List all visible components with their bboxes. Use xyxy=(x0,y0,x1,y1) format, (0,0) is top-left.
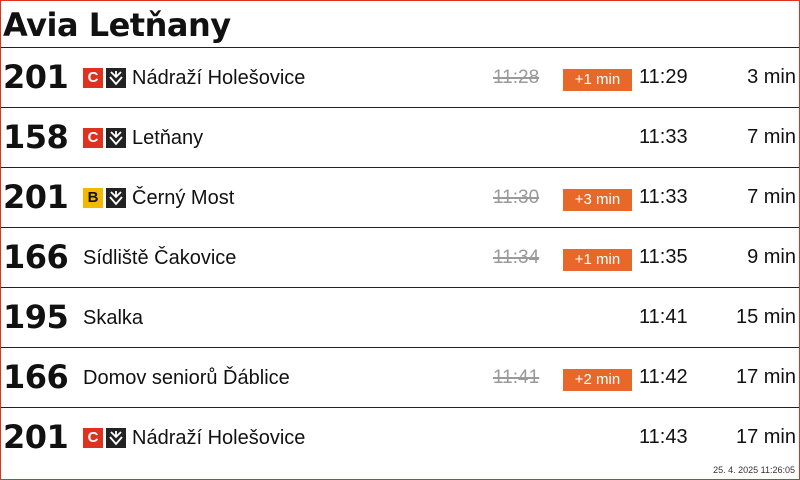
departure-row: 201 B Černý Most 11:30 +3 min 11:33 7 mi… xyxy=(1,168,799,228)
departure-time: 11:33 xyxy=(639,186,688,208)
destination-name: Černý Most xyxy=(132,187,235,209)
destination-name: Domov seniorů Ďáblice xyxy=(83,367,290,389)
scheduled-time: 11:34 xyxy=(493,247,540,268)
departure-row: 201 C Nádraží Holešovice 11:28 +1 min 11… xyxy=(1,48,799,108)
departure-row: 166 Sídliště Čakovice 11:34 +1 min 11:35… xyxy=(1,228,799,288)
metro-train-icon xyxy=(106,428,126,448)
destination-name: Nádraží Holešovice xyxy=(132,67,306,89)
destination-name: Nádraží Holešovice xyxy=(132,427,306,449)
destination: C Letňany xyxy=(83,126,203,150)
departure-time: 11:33 xyxy=(639,126,688,148)
delay-badge: +1 min xyxy=(563,69,632,91)
line-number: 166 xyxy=(3,238,69,276)
minutes-remaining: 9 min xyxy=(747,246,796,268)
destination-name: Letňany xyxy=(132,127,204,149)
departure-time: 11:42 xyxy=(639,366,688,388)
metro-train-icon xyxy=(106,68,126,88)
departure-time: 11:41 xyxy=(639,306,688,328)
destination: Skalka xyxy=(83,306,143,330)
scheduled-time: 11:41 xyxy=(493,367,540,388)
line-number: 166 xyxy=(3,358,69,396)
metro-line-c-badge: C xyxy=(83,68,103,88)
line-number: 201 xyxy=(3,418,69,456)
departure-row: 158 C Letňany 11:33 7 min xyxy=(1,108,799,168)
minutes-remaining: 7 min xyxy=(747,186,796,208)
minutes-remaining: 17 min xyxy=(735,426,796,448)
scheduled-time: 11:30 xyxy=(493,187,540,208)
metro-train-icon xyxy=(106,188,126,208)
departure-time: 11:35 xyxy=(639,246,688,268)
departure-row: 195 Skalka 11:41 15 min xyxy=(1,288,799,348)
last-updated-timestamp: 25. 4. 2025 11:26:05 xyxy=(713,465,795,475)
departure-row: 201 C Nádraží Holešovice 11:43 17 min xyxy=(1,408,799,468)
departure-row: 166 Domov seniorů Ďáblice 11:41 +2 min 1… xyxy=(1,348,799,408)
delay-badge: +2 min xyxy=(563,369,632,391)
minutes-remaining: 15 min xyxy=(735,306,796,328)
minutes-remaining: 3 min xyxy=(747,66,796,88)
destination-name: Skalka xyxy=(83,307,144,329)
metro-line-b-badge: B xyxy=(83,188,103,208)
destination: Sídliště Čakovice xyxy=(83,246,236,270)
line-number: 201 xyxy=(3,178,69,216)
departures-list: 201 C Nádraží Holešovice 11:28 +1 min 11… xyxy=(1,48,799,468)
line-number: 195 xyxy=(3,298,69,336)
metro-train-icon xyxy=(106,128,126,148)
departure-time: 11:43 xyxy=(639,426,688,448)
destination: C Nádraží Holešovice xyxy=(83,426,305,450)
board-header: Avia Letňany xyxy=(1,1,799,48)
stop-name: Avia Letňany xyxy=(3,6,231,44)
destination-name: Sídliště Čakovice xyxy=(83,247,237,269)
minutes-remaining: 17 min xyxy=(735,366,796,388)
minutes-remaining: 7 min xyxy=(747,126,796,148)
metro-line-c-badge: C xyxy=(83,428,103,448)
destination: Domov seniorů Ďáblice xyxy=(83,366,290,390)
line-number: 158 xyxy=(3,118,69,156)
delay-badge: +3 min xyxy=(563,189,632,211)
metro-line-c-badge: C xyxy=(83,128,103,148)
departure-board: Avia Letňany 201 C Nádraží Holešovice 11… xyxy=(0,0,800,480)
destination: C Nádraží Holešovice xyxy=(83,66,305,90)
line-number: 201 xyxy=(3,58,69,96)
destination: B Černý Most xyxy=(83,186,234,210)
delay-badge: +1 min xyxy=(563,249,632,271)
departure-time: 11:29 xyxy=(639,66,688,88)
scheduled-time: 11:28 xyxy=(493,67,540,88)
